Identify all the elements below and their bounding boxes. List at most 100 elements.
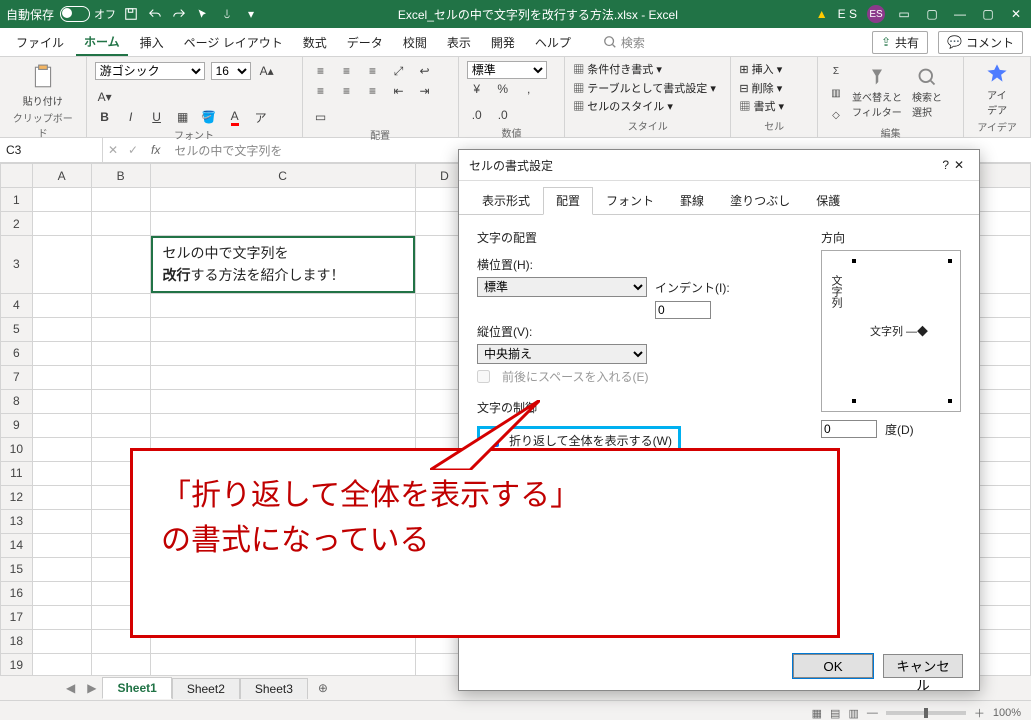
indent-inc-icon[interactable]: ⇥ — [415, 81, 435, 101]
user-avatar[interactable]: ES — [867, 5, 885, 23]
row-header[interactable]: 2 — [1, 212, 33, 236]
tab-pagelayout[interactable]: ページ レイアウト — [176, 30, 291, 55]
col-header[interactable]: B — [91, 164, 150, 188]
h-align-select[interactable]: 標準 — [477, 277, 647, 297]
view-layout-icon[interactable]: ▤ — [830, 707, 840, 720]
row-header[interactable]: 13 — [1, 509, 33, 533]
autosave-toggle[interactable]: オフ — [60, 6, 116, 22]
sheet-tab[interactable]: Sheet1 — [102, 677, 171, 699]
view-normal-icon[interactable]: ▦ — [812, 707, 822, 720]
tab-view[interactable]: 表示 — [439, 30, 479, 55]
dlg-tab-fill[interactable]: 塗りつぶし — [717, 187, 803, 214]
tab-insert[interactable]: 挿入 — [132, 30, 172, 55]
italic-button[interactable]: I — [121, 107, 141, 127]
font-name-select[interactable]: 游ゴシック — [95, 62, 205, 80]
orientation-icon[interactable]: ⤢ — [389, 61, 409, 81]
cancel-formula-icon[interactable]: ✕ — [103, 140, 123, 160]
fill-color-icon[interactable]: 🪣 — [199, 107, 219, 127]
row-header[interactable]: 14 — [1, 533, 33, 557]
paste-button[interactable]: 貼り付け — [8, 61, 78, 110]
clear-icon[interactable]: ◇ — [826, 105, 846, 125]
row-header[interactable]: 18 — [1, 629, 33, 653]
find-select-button[interactable]: 検索と 選択 — [908, 65, 946, 121]
cursor-icon[interactable] — [194, 5, 212, 23]
wrap-text-icon[interactable]: ↩ — [415, 61, 435, 81]
tab-formulas[interactable]: 数式 — [295, 30, 335, 55]
insert-cells-button[interactable]: ⊞ 挿入 ▾ — [739, 61, 809, 80]
dlg-tab-border[interactable]: 罫線 — [667, 187, 717, 214]
zoom-out-icon[interactable]: — — [867, 707, 878, 719]
row-header[interactable]: 1 — [1, 188, 33, 212]
search-box[interactable]: 検索 — [603, 34, 645, 51]
minimize-icon[interactable]: — — [951, 5, 969, 23]
tab-data[interactable]: データ — [339, 30, 391, 55]
row-header[interactable]: 19 — [1, 653, 33, 675]
align-center-icon[interactable]: ≡ — [337, 81, 357, 101]
bold-button[interactable]: B — [95, 107, 115, 127]
font-size-select[interactable]: 16 — [211, 62, 251, 80]
format-cells-button[interactable]: ▦ 書式 ▾ — [739, 98, 809, 117]
cancel-button[interactable]: キャンセル — [883, 654, 963, 678]
touch-icon[interactable] — [218, 5, 236, 23]
decrease-font-icon[interactable]: A▾ — [95, 87, 115, 107]
tab-help[interactable]: ヘルプ — [527, 30, 579, 55]
row-header[interactable]: 7 — [1, 365, 33, 389]
row-header[interactable]: 10 — [1, 437, 33, 461]
row-header[interactable]: 11 — [1, 461, 33, 485]
merge-icon[interactable]: ▭ — [311, 107, 331, 127]
col-header[interactable]: A — [32, 164, 91, 188]
row-header[interactable]: 9 — [1, 413, 33, 437]
dlg-tab-alignment[interactable]: 配置 — [543, 187, 593, 215]
col-header[interactable]: C — [150, 164, 415, 188]
enter-formula-icon[interactable]: ✓ — [123, 140, 143, 160]
degree-input[interactable] — [821, 420, 877, 438]
cell-c3[interactable]: セルの中で文字列を 改行する方法を紹介します！ — [150, 236, 415, 294]
number-format-select[interactable]: 標準 — [467, 61, 547, 79]
sum-icon[interactable]: Σ — [826, 61, 846, 81]
currency-icon[interactable]: ¥ — [467, 79, 487, 99]
zoom-slider[interactable] — [886, 711, 966, 715]
view-pagebreak-icon[interactable]: ▥ — [848, 707, 858, 720]
add-sheet-icon[interactable]: ⊕ — [308, 681, 338, 695]
fx-icon[interactable]: fx — [143, 143, 168, 157]
dec-decimal-icon[interactable]: .0 — [493, 105, 513, 125]
more-icon[interactable]: ▾ — [242, 5, 260, 23]
delete-cells-button[interactable]: ⊟ 削除 ▾ — [739, 80, 809, 99]
dialog-close-icon[interactable]: ✕ — [949, 158, 969, 172]
cond-format-button[interactable]: ▦ 条件付き書式 ▾ — [573, 61, 722, 80]
dialog-help-icon[interactable]: ? — [942, 158, 949, 172]
fill-icon[interactable]: ▥ — [826, 83, 846, 103]
close-icon[interactable]: ✕ — [1007, 5, 1025, 23]
indent-input[interactable] — [655, 301, 711, 319]
align-right-icon[interactable]: ≡ — [363, 81, 383, 101]
cell-style-button[interactable]: ▦ セルのスタイル ▾ — [573, 98, 722, 117]
format-table-button[interactable]: ▦ テーブルとして書式設定 ▾ — [573, 80, 722, 99]
row-header[interactable]: 6 — [1, 341, 33, 365]
share-button[interactable]: ⇪共有 — [872, 31, 928, 54]
align-left-icon[interactable]: ≡ — [311, 81, 331, 101]
inc-decimal-icon[interactable]: .0 — [467, 105, 487, 125]
sheet-tab[interactable]: Sheet3 — [240, 678, 308, 699]
row-header[interactable]: 8 — [1, 389, 33, 413]
nav-next-icon[interactable]: ▶ — [81, 681, 102, 695]
dlg-tab-number[interactable]: 表示形式 — [469, 187, 543, 214]
name-box[interactable]: C3 — [0, 138, 103, 162]
align-top-icon[interactable]: ≡ — [311, 61, 331, 81]
align-bottom-icon[interactable]: ≡ — [363, 61, 383, 81]
row-header[interactable]: 4 — [1, 293, 33, 317]
border-icon[interactable]: ▦ — [173, 107, 193, 127]
zoom-in-icon[interactable]: ＋ — [974, 705, 985, 720]
row-header[interactable]: 3 — [1, 236, 33, 294]
comma-icon[interactable]: , — [519, 79, 539, 99]
tab-review[interactable]: 校閲 — [395, 30, 435, 55]
undo-icon[interactable] — [146, 5, 164, 23]
tab-home[interactable]: ホーム — [76, 29, 128, 56]
v-align-select[interactable]: 中央揃え — [477, 344, 647, 364]
ideas-button[interactable]: アイ デア — [972, 61, 1022, 119]
row-header[interactable]: 5 — [1, 317, 33, 341]
indent-dec-icon[interactable]: ⇤ — [389, 81, 409, 101]
align-middle-icon[interactable]: ≡ — [337, 61, 357, 81]
warning-icon[interactable]: ▲ — [816, 7, 828, 21]
row-header[interactable]: 15 — [1, 557, 33, 581]
font-color-icon[interactable]: A — [225, 107, 245, 127]
